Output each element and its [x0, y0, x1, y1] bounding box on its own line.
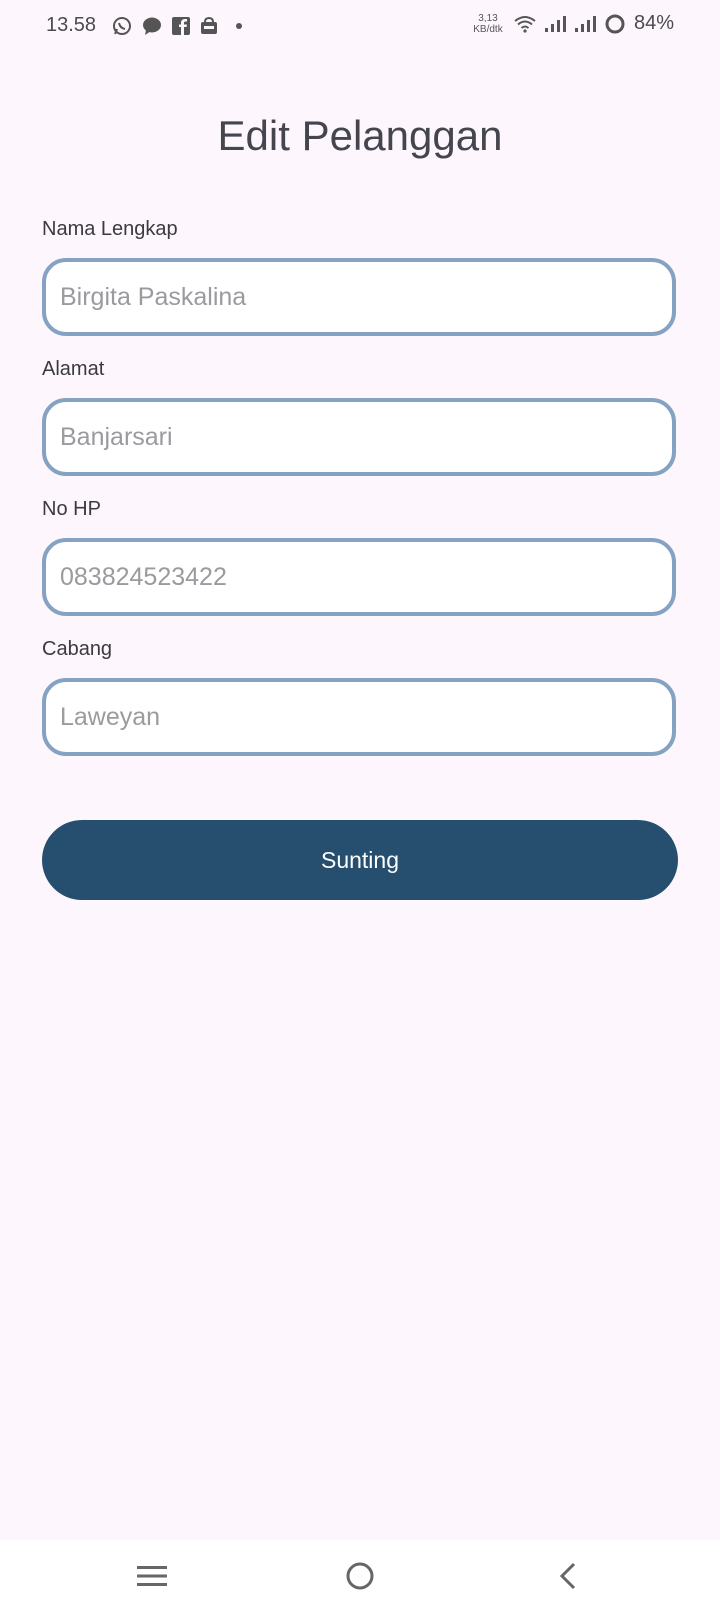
home-icon: [345, 1561, 375, 1591]
address-label: Alamat: [42, 358, 105, 380]
phone-input[interactable]: [42, 538, 676, 616]
status-time: 13.58: [46, 14, 97, 36]
signal-icon: [544, 15, 566, 33]
home-button[interactable]: [336, 1552, 384, 1600]
shopping-bag-icon: [200, 17, 218, 35]
network-speed-value: 3,13: [478, 12, 498, 24]
network-speed: 3,13 KB/dtk: [470, 13, 506, 35]
signal-icon: [574, 15, 596, 33]
address-input[interactable]: [42, 398, 676, 476]
branch-label: Cabang: [42, 638, 113, 660]
chat-bubble-icon: [142, 16, 162, 36]
menu-button[interactable]: [128, 1552, 176, 1600]
back-icon: [557, 1561, 579, 1591]
phone-label: No HP: [42, 498, 101, 520]
status-notification-icons: [112, 16, 242, 36]
wifi-icon: [514, 15, 536, 33]
branch-input[interactable]: [42, 678, 676, 756]
system-navigation-bar: [0, 1540, 720, 1612]
page-title: Edit Pelanggan: [217, 112, 503, 159]
facebook-icon: [172, 17, 190, 35]
battery-percentage: 84%: [633, 12, 674, 34]
network-speed-unit: KB/dtk: [473, 23, 503, 35]
back-button[interactable]: [544, 1552, 592, 1600]
notification-dot-icon: [236, 23, 242, 29]
status-system-icons: 3,13 KB/dtk 84%: [470, 12, 674, 35]
whatsapp-icon: [112, 16, 132, 36]
menu-icon: [137, 1565, 167, 1587]
edit-submit-button[interactable]: Sunting: [42, 820, 678, 900]
battery-ring-icon: [604, 13, 626, 35]
status-bar: 13.58 3,13 KB/dtk 84%: [0, 0, 720, 56]
full-name-label: Nama Lengkap: [42, 218, 178, 240]
full-name-input[interactable]: [42, 258, 676, 336]
